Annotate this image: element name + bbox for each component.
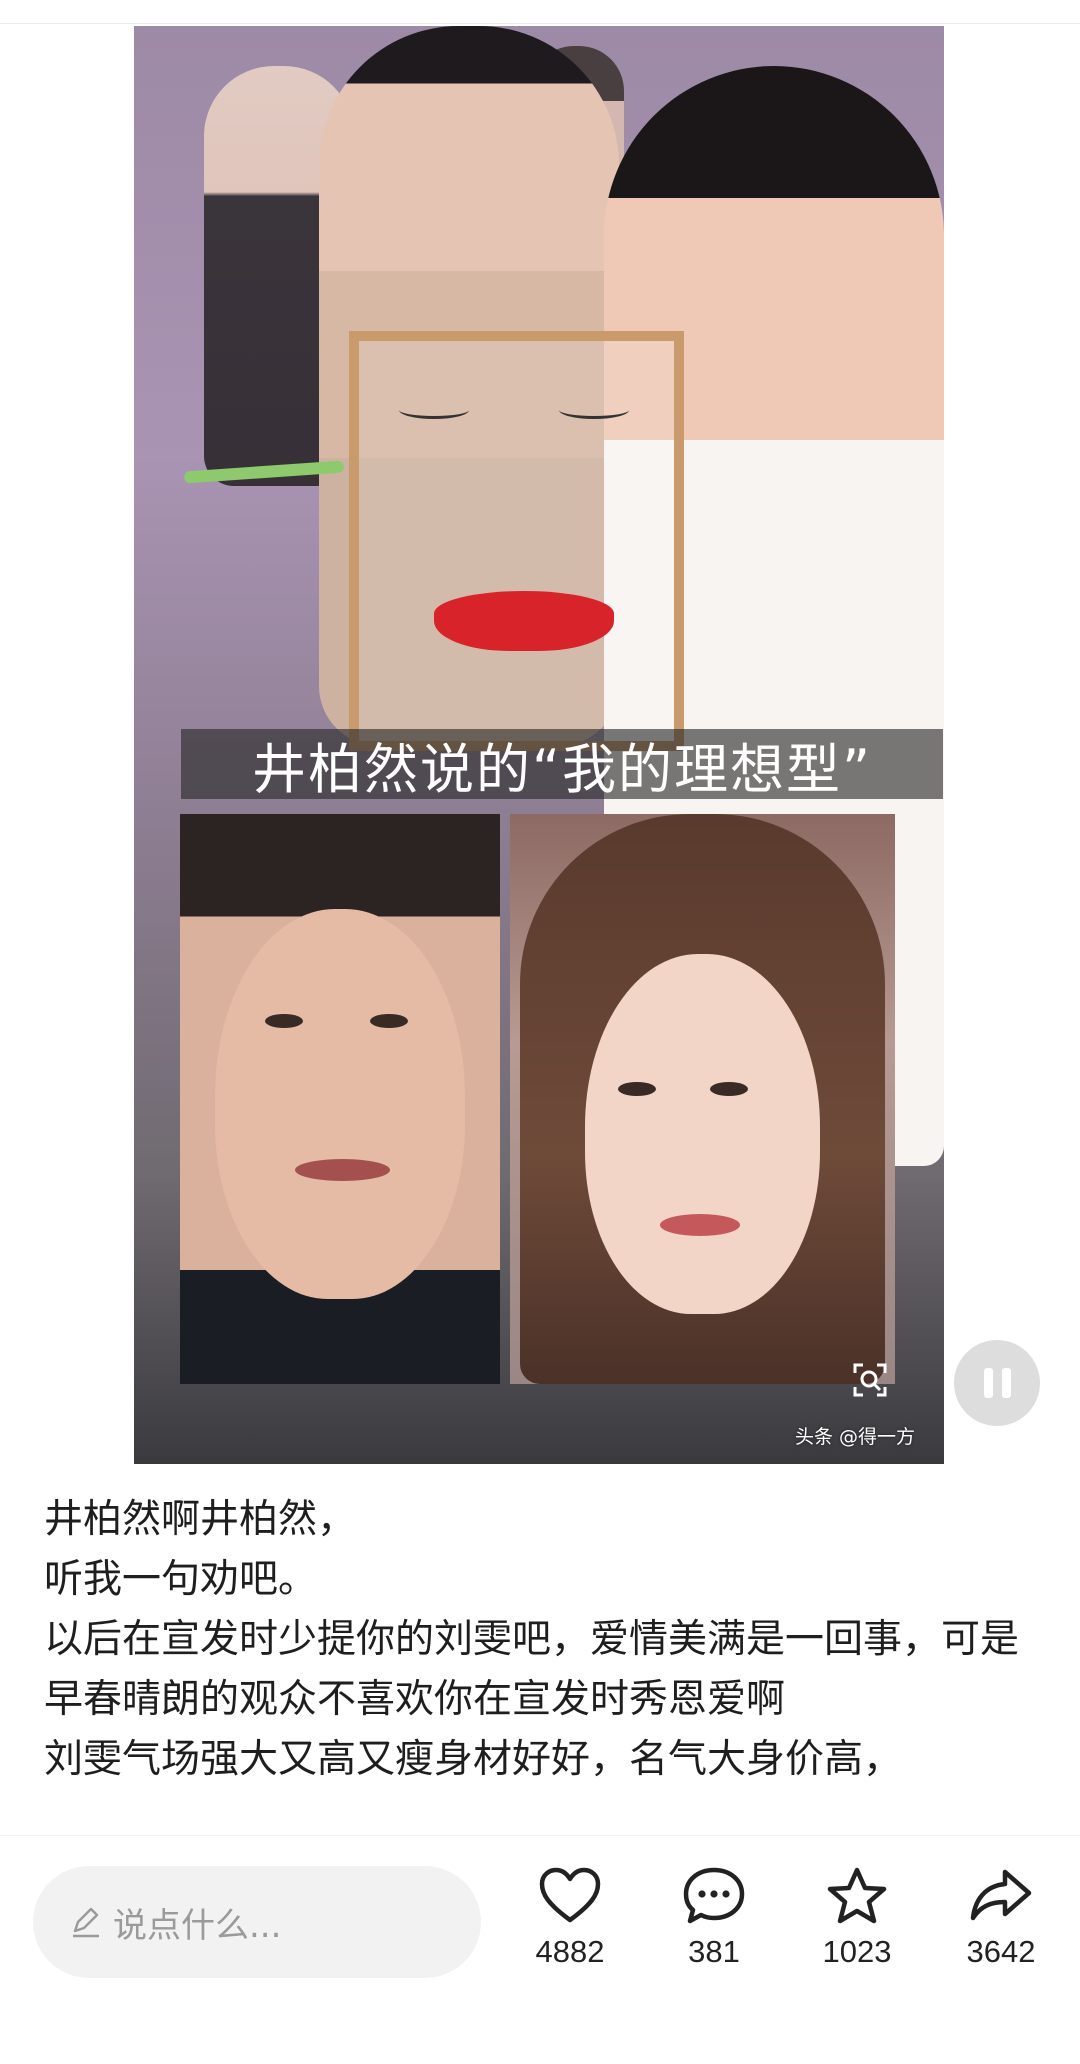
share-count: 3642	[966, 1934, 1036, 1969]
text-line: 井柏然啊井柏然，	[44, 1497, 357, 1542]
face	[215, 909, 465, 1299]
share-button[interactable]: 3642	[941, 1866, 1061, 1970]
pause-button[interactable]	[954, 1340, 1040, 1426]
comment-placeholder: 说点什么...	[113, 1905, 282, 1946]
doodle-eye	[399, 401, 469, 419]
video-caption: 井柏然说的“我的理想型”	[181, 729, 943, 801]
top-divider	[0, 23, 1080, 24]
face	[585, 954, 820, 1314]
comment-count: 381	[688, 1934, 740, 1969]
heart-icon	[539, 1867, 601, 1923]
doodle-eye	[559, 401, 629, 419]
share-arrow-icon	[970, 1869, 1032, 1921]
pause-icon	[983, 1368, 993, 1398]
favorite-button[interactable]: 1023	[797, 1866, 917, 1970]
comment-button[interactable]: 381	[654, 1866, 774, 1970]
lips	[295, 1159, 390, 1181]
drawing-frame	[349, 331, 684, 751]
eye	[370, 1014, 408, 1028]
favorite-count: 1023	[822, 1934, 892, 1969]
comment-input[interactable]: 说点什么...	[33, 1866, 481, 1978]
post-text: 井柏然啊井柏然， 听我一句劝吧。 以后在宣发时少提你的刘雯吧，爱情美满是一回事，…	[44, 1490, 1034, 1835]
comment-bubble-icon	[683, 1867, 745, 1924]
pencil-icon	[73, 1907, 99, 1938]
text-line: 听我一句劝吧。	[44, 1557, 318, 1602]
like-count: 4882	[535, 1934, 605, 1969]
text-line: 以后在宣发时少提你的刘雯吧，爱情美满是一回事，可是早春晴朗的观众不喜欢你在宣发时…	[44, 1617, 1020, 1722]
pause-icon	[1001, 1368, 1011, 1398]
lips	[660, 1214, 740, 1236]
portrait-left	[180, 814, 500, 1384]
post-page: 井柏然说的“我的理想型” 头条 @得一方 井柏然啊井柏然， 听我一句劝吧。 以后…	[0, 0, 1080, 2064]
eye	[618, 1082, 656, 1096]
like-button[interactable]: 4882	[510, 1866, 630, 1970]
star-icon	[827, 1867, 887, 1924]
eye	[710, 1082, 748, 1096]
text-line: 刘雯气场强大又高又瘦身材好好，名气大身价高，	[44, 1737, 903, 1782]
watermark: 头条 @得一方	[795, 1426, 916, 1448]
action-bar: 说点什么... 4882 381 1023 3642	[0, 1835, 1080, 2064]
doodle-lips	[434, 591, 614, 651]
image-search-icon[interactable]	[853, 1363, 887, 1397]
portrait-right	[510, 814, 895, 1384]
eye	[265, 1014, 303, 1028]
